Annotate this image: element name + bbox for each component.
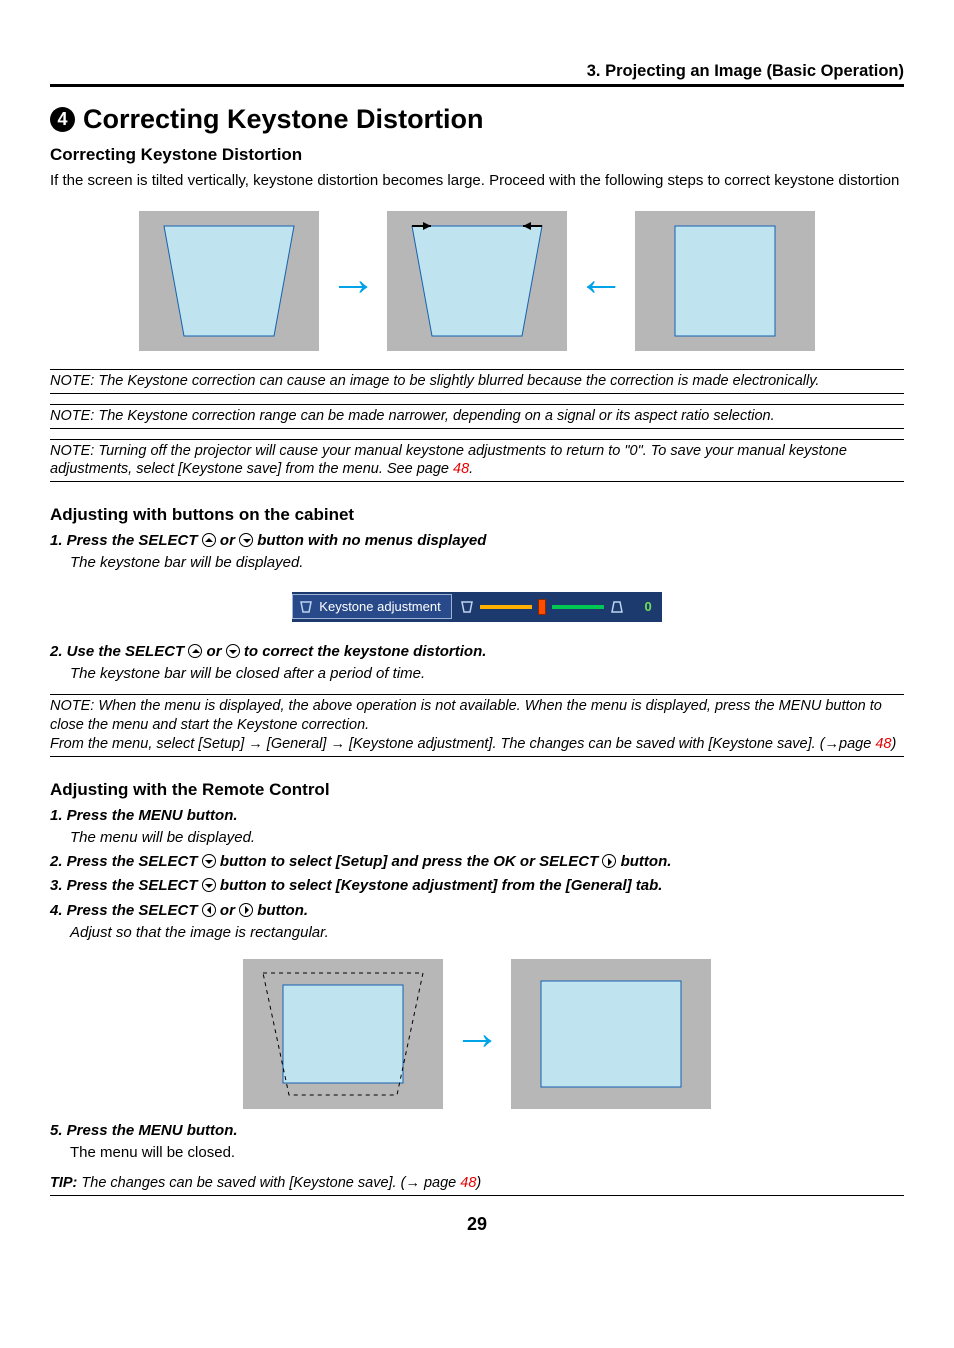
cabinet-step-1-sub: The keystone bar will be displayed.	[70, 553, 904, 573]
chevron-right-icon	[602, 854, 616, 868]
diagram-frame-rect-final	[511, 959, 711, 1109]
page-title: 4 Correcting Keystone Distortion	[50, 101, 904, 137]
arrow-right-icon: →	[329, 248, 377, 313]
note-blur: NOTE: The Keystone correction can cause …	[50, 369, 904, 394]
diagram-frame-dashed-trap	[243, 959, 443, 1109]
intro-paragraph: If the screen is tilted vertically, keys…	[50, 171, 904, 191]
page-title-text: Correcting Keystone Distortion	[83, 101, 484, 137]
subheading-remote: Adjusting with the Remote Control	[50, 779, 904, 802]
chevron-up-icon	[188, 644, 202, 658]
remote-step-1: 1. Press the MENU button.	[50, 806, 904, 826]
keystone-diagram-adjust: →	[50, 959, 904, 1109]
keystone-left-icon	[460, 601, 474, 613]
cabinet-step-2: 2. Use the SELECT or to correct the keys…	[50, 642, 904, 662]
chevron-down-icon	[226, 644, 240, 658]
diagram-frame-trapezoid-top	[139, 211, 319, 351]
remote-step-2: 2. Press the SELECT button to select [Se…	[50, 852, 904, 872]
cabinet-step-1: 1. Press the SELECT or button with no me…	[50, 531, 904, 551]
keystone-bar: Keystone adjustment 0	[50, 592, 904, 622]
keystone-slider-thumb[interactable]	[538, 599, 546, 615]
keystone-bar-value: 0	[632, 598, 662, 616]
note-save: NOTE: Turning off the projector will cau…	[50, 439, 904, 483]
cabinet-step-2-sub: The keystone bar will be closed after a …	[70, 664, 904, 684]
subheading-correcting: Correcting Keystone Distortion	[50, 144, 904, 167]
arrow-left-icon: ←	[577, 248, 625, 313]
chevron-right-icon	[239, 903, 253, 917]
remote-step-4: 4. Press the SELECT or button.	[50, 901, 904, 921]
page-link-48-c[interactable]: 48	[460, 1175, 476, 1191]
diagram-frame-trapezoid-overlay	[387, 211, 567, 351]
keystone-bar-label: Keystone adjustment	[292, 594, 451, 620]
arrow-right-icon: →	[453, 1002, 501, 1067]
page-number: 29	[50, 1212, 904, 1236]
remote-step-3: 3. Press the SELECT button to select [Ke…	[50, 876, 904, 896]
keystone-right-icon	[610, 601, 624, 613]
page-link-48-b[interactable]: 48	[875, 736, 891, 752]
tip-keystone-save: TIP: The changes can be saved with [Keys…	[50, 1174, 904, 1197]
remote-step-5: 5. Press the MENU button.	[50, 1121, 904, 1141]
note-range: NOTE: The Keystone correction range can …	[50, 404, 904, 429]
keystone-bar-track[interactable]	[452, 599, 632, 615]
chevron-down-icon	[202, 854, 216, 868]
remote-step-5-sub: The menu will be closed.	[70, 1143, 904, 1163]
keystone-icon	[299, 601, 313, 613]
subheading-cabinet: Adjusting with buttons on the cabinet	[50, 504, 904, 527]
keystone-diagram-before-after: → ←	[50, 211, 904, 351]
chevron-up-icon	[202, 533, 216, 547]
chevron-down-icon	[239, 533, 253, 547]
page-link-48-a[interactable]: 48	[453, 461, 469, 477]
remote-step-1-sub: The menu will be displayed.	[70, 828, 904, 848]
chevron-down-icon	[202, 878, 216, 892]
note-menu-displayed: NOTE: When the menu is displayed, the ab…	[50, 694, 904, 757]
diagram-frame-rectangle	[635, 211, 815, 351]
chevron-left-icon	[202, 903, 216, 917]
remote-step-4-sub: Adjust so that the image is rectangular.	[70, 923, 904, 943]
section-number-badge: 4	[50, 107, 75, 132]
breadcrumb: 3. Projecting an Image (Basic Operation)	[50, 60, 904, 87]
